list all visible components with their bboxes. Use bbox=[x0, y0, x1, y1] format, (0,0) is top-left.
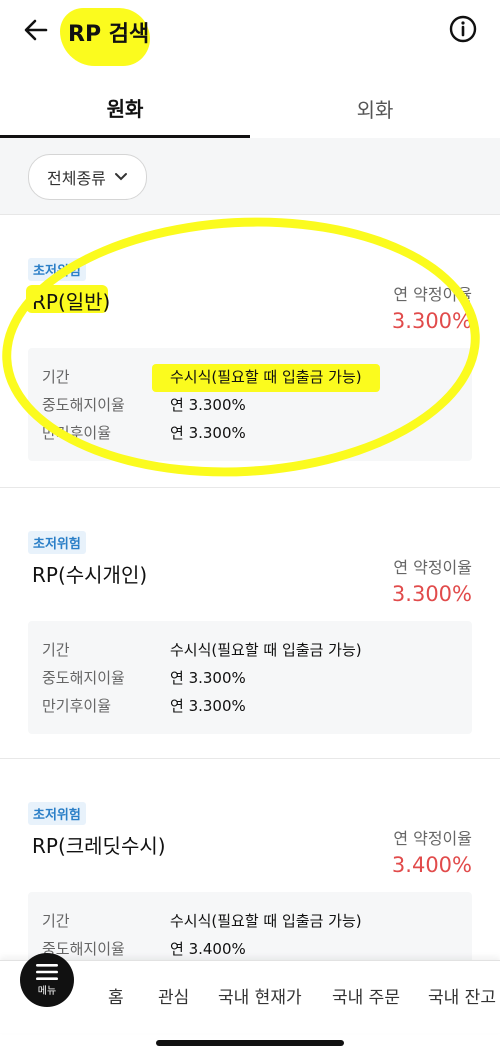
detail-key: 만기후이율 bbox=[42, 697, 112, 715]
rate-value: 3.400% bbox=[391, 853, 472, 877]
risk-badge: 초저위험 bbox=[28, 531, 86, 554]
rate-label: 연 약정이율 bbox=[393, 829, 472, 848]
currency-tabs: 원화 외화 bbox=[0, 80, 500, 139]
nav-item-watchlist[interactable]: 관심 bbox=[158, 983, 189, 1008]
tab-foreign[interactable]: 외화 bbox=[250, 80, 500, 136]
home-indicator bbox=[156, 1040, 344, 1046]
menu-button[interactable]: 메뉴 bbox=[20, 953, 74, 1007]
app-header: RP 검색 bbox=[0, 0, 500, 72]
menu-label: 메뉴 bbox=[37, 985, 57, 997]
page-title: RP 검색 bbox=[68, 22, 150, 47]
product-card[interactable]: 초저위험 RP(수시개인) 연 약정이율 3.300% 기간 수시식(필요할 때… bbox=[0, 488, 500, 759]
arrow-left-icon bbox=[24, 19, 48, 41]
detail-box: 기간 수시식(필요할 때 입출금 가능) 중도해지이율 연 3.300% 만기후… bbox=[28, 621, 472, 734]
detail-value: 연 3.400% bbox=[170, 940, 246, 958]
type-filter-dropdown[interactable]: 전체종류 bbox=[28, 154, 147, 200]
detail-key: 기간 bbox=[42, 641, 70, 659]
filter-label: 전체종류 bbox=[47, 169, 106, 188]
detail-value: 연 3.300% bbox=[170, 669, 246, 687]
nav-item-domestic-price[interactable]: 국내 현재가 bbox=[218, 983, 302, 1008]
detail-value: 수시식(필요할 때 입출금 가능) bbox=[170, 912, 362, 930]
rate-value: 3.300% bbox=[391, 582, 472, 606]
detail-value: 수시식(필요할 때 입출금 가능) bbox=[170, 641, 362, 659]
chevron-down-icon bbox=[114, 173, 127, 181]
filter-bar: 전체종류 bbox=[0, 138, 500, 215]
detail-key: 중도해지이율 bbox=[42, 669, 125, 687]
hamburger-icon bbox=[36, 963, 58, 980]
product-name: RP(수시개인) bbox=[32, 563, 148, 587]
nav-item-domestic-order[interactable]: 국내 주문 bbox=[332, 983, 400, 1008]
tab-krw[interactable]: 원화 bbox=[0, 80, 250, 138]
risk-badge: 초저위험 bbox=[28, 802, 86, 825]
detail-key: 기간 bbox=[42, 912, 70, 930]
info-button[interactable] bbox=[448, 14, 478, 44]
detail-value: 연 3.300% bbox=[170, 697, 246, 715]
rate-label: 연 약정이율 bbox=[393, 558, 472, 577]
info-circle-icon bbox=[449, 15, 477, 43]
back-button[interactable] bbox=[20, 14, 52, 46]
bottom-navigation: 메뉴 홈 관심 국내 현재가 국내 주문 국내 잔고 bbox=[0, 953, 500, 1033]
product-name: RP(크레딧수시) bbox=[32, 834, 166, 858]
nav-item-domestic-balance[interactable]: 국내 잔고 bbox=[428, 983, 496, 1008]
nav-item-home[interactable]: 홈 bbox=[108, 983, 124, 1008]
